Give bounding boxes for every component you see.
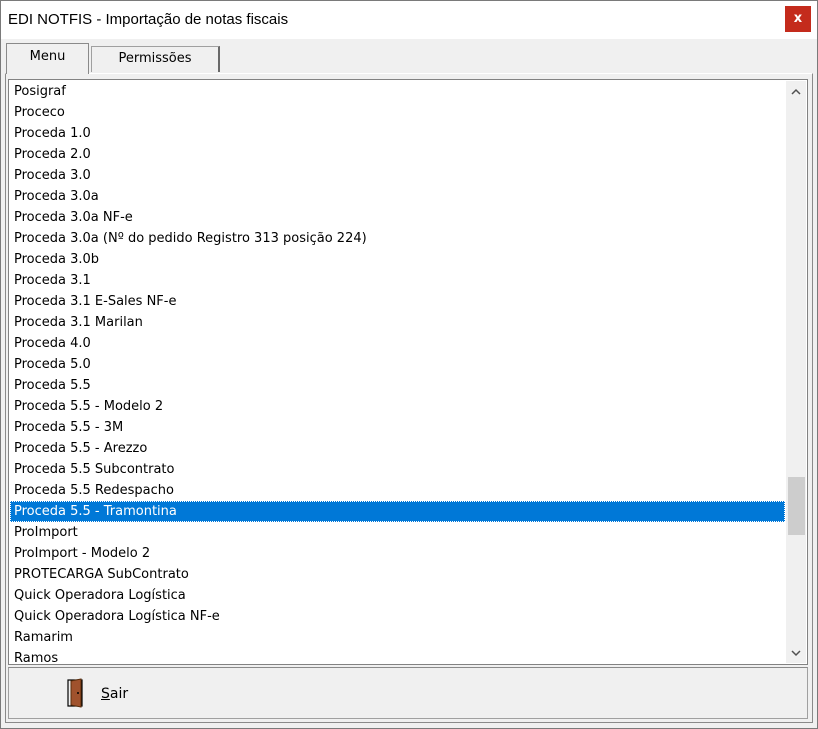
scroll-down-button[interactable] <box>786 643 806 663</box>
list-item[interactable]: Proceda 4.0 <box>10 333 785 354</box>
chevron-down-icon <box>791 650 801 657</box>
app-window: EDI NOTFIS - Importação de notas fiscais… <box>0 0 818 729</box>
tab-strip: Menu Permissões <box>6 43 816 74</box>
list-item[interactable]: Proceda 1.0 <box>10 123 785 144</box>
list-item[interactable]: Proceda 5.5 - 3M <box>10 417 785 438</box>
title-bar[interactable]: EDI NOTFIS - Importação de notas fiscais… <box>1 1 817 39</box>
list-item[interactable]: Quick Operadora Logística <box>10 585 785 606</box>
list-item[interactable]: Proceda 5.5 Subcontrato <box>10 459 785 480</box>
list-item[interactable]: ProImport <box>10 522 785 543</box>
vertical-scrollbar[interactable] <box>786 81 806 663</box>
scroll-thumb[interactable] <box>788 477 805 535</box>
list-item[interactable]: Quick Operadora Logística NF-e <box>10 606 785 627</box>
list-item[interactable]: Proceda 3.0a (Nº do pedido Registro 313 … <box>10 228 785 249</box>
list-item[interactable]: Proceda 5.5 - Tramontina <box>10 501 785 522</box>
list-item[interactable]: PROTECARGA SubContrato <box>10 564 785 585</box>
list-item[interactable]: Proceco <box>10 102 785 123</box>
close-button[interactable]: x <box>785 6 811 32</box>
layout-listbox[interactable]: Posigraf Proceco Proceda 1.0 Proceda 2.0 Pro… <box>8 79 808 665</box>
chevron-up-icon <box>791 88 801 95</box>
list-item[interactable]: Proceda 3.1 E-Sales NF-e <box>10 291 785 312</box>
list-item[interactable]: Proceda 3.1 <box>10 270 785 291</box>
list-item[interactable]: Proceda 3.1 Marilan <box>10 312 785 333</box>
list-item[interactable]: ProImport - Modelo 2 <box>10 543 785 564</box>
list-item[interactable]: Ramarim <box>10 627 785 648</box>
list-item[interactable]: Ramos <box>10 648 785 663</box>
sair-label: Sair <box>101 686 128 702</box>
footer-panel: Sair <box>8 667 808 719</box>
sair-button[interactable]: Sair <box>67 678 157 710</box>
list-item[interactable]: Proceda 5.5 Redespacho <box>10 480 785 501</box>
window-title: EDI NOTFIS - Importação de notas fiscais <box>8 11 289 28</box>
list-item[interactable]: Proceda 5.5 <box>10 375 785 396</box>
list-item[interactable]: Proceda 3.0a <box>10 186 785 207</box>
sair-mnemonic: S <box>101 686 110 702</box>
list-item[interactable]: Proceda 5.5 - Arezzo <box>10 438 785 459</box>
layout-list[interactable]: Posigraf Proceco Proceda 1.0 Proceda 2.0 Pro… <box>10 81 785 663</box>
tab-permissoes[interactable]: Permissões <box>91 46 220 72</box>
door-exit-icon <box>67 678 83 708</box>
sair-label-rest: air <box>109 686 129 702</box>
tab-menu[interactable]: Menu <box>6 43 89 74</box>
list-item[interactable]: Proceda 3.0a NF-e <box>10 207 785 228</box>
list-item[interactable]: Proceda 5.5 - Modelo 2 <box>10 396 785 417</box>
list-item[interactable]: Posigraf <box>10 81 785 102</box>
list-item[interactable]: Proceda 2.0 <box>10 144 785 165</box>
scroll-up-button[interactable] <box>786 81 806 101</box>
list-item[interactable]: Proceda 5.0 <box>10 354 785 375</box>
list-item[interactable]: Proceda 3.0 <box>10 165 785 186</box>
close-icon: x <box>793 11 803 26</box>
list-item[interactable]: Proceda 3.0b <box>10 249 785 270</box>
